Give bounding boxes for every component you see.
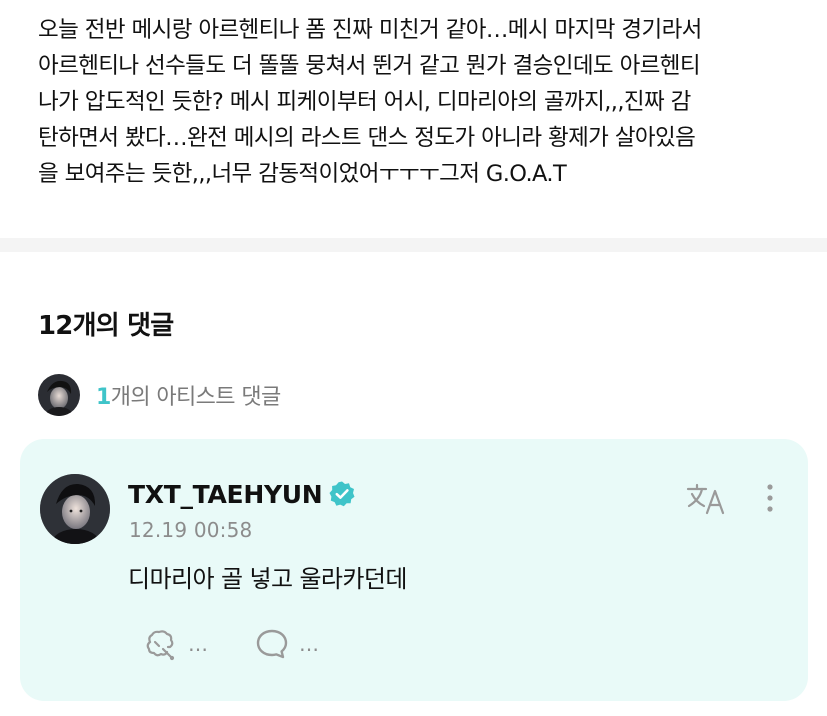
more-options-button[interactable] [758,481,782,517]
post-body-line: 나가 압도적인 듯한? 메시 피케이부터 어시, 디마리아의 골까지,,,진짜 … [38,89,691,115]
post-body-line: 오늘 전반 메시랑 아르헨티나 폼 진짜 미친거 같아…메시 마지막 경기라서 [38,17,702,43]
like-count: … [188,632,209,656]
reply-button[interactable]: … [255,626,320,662]
artist-comment-label: 개의 아티스트 댓글 [110,385,282,410]
artist-comment-count: 1 [96,385,111,410]
artist-comment-card: TXT_TAEHYUN 12.19 00:58 디마리아 골 넣고 울라카던데 [20,439,808,701]
comment-author-name[interactable]: TXT_TAEHYUN [128,480,323,509]
translate-button[interactable] [685,481,729,517]
post-detail-page: 오늘 전반 메시랑 아르헨티나 폼 진짜 미친거 같아…메시 마지막 경기라서 … [0,0,827,716]
post-body-line: 탄하면서 봤다…완전 메시의 라스트 댄스 정도가 아니라 황제가 살아있음 [38,125,696,151]
artist-comments-link[interactable]: 1개의 아티스트 댓글 [38,372,281,418]
post-body-line: 아르헨티나 선수들도 더 똘똘 뭉쳐서 뛴거 같고 뭔가 결승인데도 아르헨티 [38,53,701,79]
artist-comments-summary: 1개의 아티스트 댓글 [96,379,281,411]
reply-count: … [299,632,320,656]
speech-bubble-icon [256,629,288,659]
comment-timestamp: 12.19 00:58 [129,518,253,542]
like-button[interactable]: … [142,626,209,662]
verified-badge-icon [329,481,355,507]
translate-icon [686,483,725,515]
comment-text: 디마리아 골 넣고 울라카던데 [128,565,407,593]
reaction-icon [146,630,175,661]
comment-author-avatar[interactable] [40,474,110,544]
comment-author-row: TXT_TAEHYUN [128,477,356,511]
post-body: 오늘 전반 메시랑 아르헨티나 폼 진짜 미친거 같아…메시 마지막 경기라서 … [38,12,798,192]
artist-avatar-small [38,374,80,416]
more-vertical-icon [767,484,773,512]
comments-title: 12개의 댓글 [38,311,174,341]
post-body-line: 을 보여주는 듯한,,,너무 감동적이었어ㅜㅜㅜ그저 G.O.A.T [38,161,567,187]
section-divider [0,238,827,252]
